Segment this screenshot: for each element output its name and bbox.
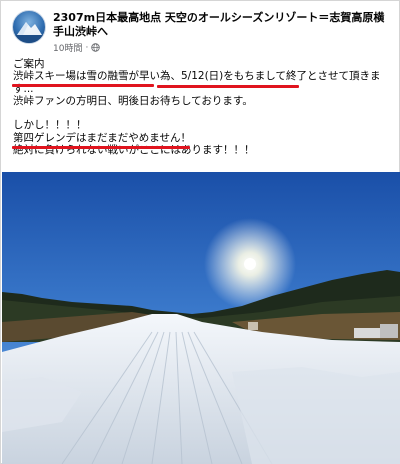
- ski-slope-image: [2, 172, 400, 464]
- post-photo[interactable]: [2, 172, 400, 464]
- post-line: [13, 107, 393, 119]
- post-timestamp[interactable]: 10時間: [53, 41, 82, 54]
- post-line: 渋峠スキー場は雪の融雪が早い為、5/12(日)をもちまして終了とさせて頂きま: [13, 70, 381, 83]
- page-name-link[interactable]: 2307m日本最高地点 天空のオールシーズンリゾート＝志賀高原横手山渋峠へ: [53, 11, 393, 39]
- post-meta: 10時間 ·: [53, 41, 101, 54]
- post-card: 2307m日本最高地点 天空のオールシーズンリゾート＝志賀高原横手山渋峠へ 10…: [0, 0, 400, 464]
- post-line: ご案内: [13, 58, 45, 70]
- post-line: 渋峠ファンの方明日、明後日お待ちしております。: [13, 94, 253, 107]
- globe-icon[interactable]: [91, 43, 101, 52]
- post-body: ご案内 渋峠スキー場は雪の融雪が早い為、5/12(日)をもちまして終了とさせて頂…: [13, 58, 393, 156]
- page-avatar[interactable]: [12, 10, 46, 44]
- highlight-underline: [157, 85, 299, 88]
- highlight-underline: [12, 84, 154, 87]
- post-line: しかし！！！！: [13, 119, 87, 132]
- mountain-logo-icon: [13, 22, 45, 43]
- post-line: 第四ゲレンデはまだまだやめません！: [13, 131, 191, 144]
- highlight-underline: [12, 146, 190, 149]
